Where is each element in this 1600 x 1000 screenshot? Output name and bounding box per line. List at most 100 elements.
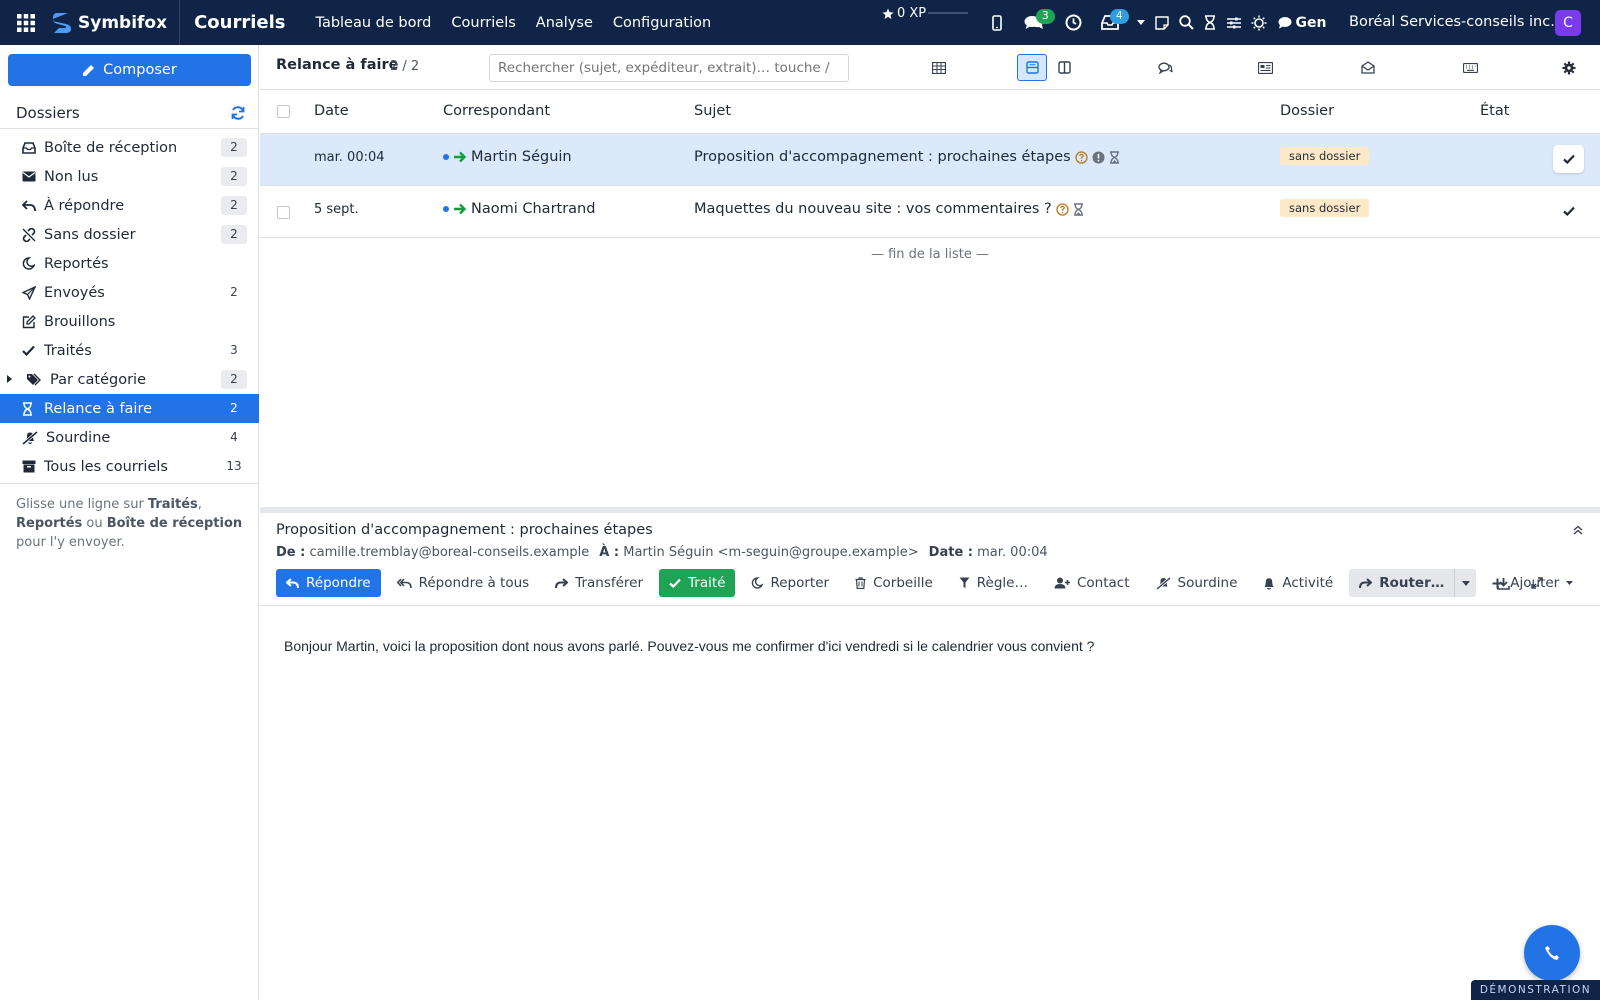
unlink-icon — [22, 227, 38, 242]
sidebar-item-muted[interactable]: Sourdine 4 — [0, 423, 259, 452]
sidebar-item-inbox[interactable]: Boîte de réception 2 — [0, 133, 259, 162]
newspaper-view-icon[interactable] — [1250, 54, 1280, 81]
brand-logo[interactable]: Symbifox — [52, 0, 181, 45]
collapse-up-icon[interactable] — [1573, 525, 1583, 535]
conversation-view-icon[interactable] — [1150, 54, 1180, 81]
to-value: Martin Séguin <m-seguin@groupe.example> — [623, 545, 919, 560]
sidebar-item-no-folder[interactable]: Sans dossier 2 — [0, 220, 259, 249]
nav-configuration[interactable]: Configuration — [603, 15, 721, 31]
chat-notifications[interactable]: 3 — [1010, 0, 1058, 45]
question-circle-icon — [1056, 202, 1069, 216]
reply-button[interactable]: Répondre — [276, 569, 381, 597]
column-date[interactable]: Date — [314, 103, 349, 119]
correspondent-name: Martin Séguin — [471, 149, 572, 165]
sidebar-item-snoozed[interactable]: Reportés — [0, 249, 259, 278]
subject-text: Proposition d'accompagnement : prochaine… — [694, 149, 1071, 165]
table-row[interactable]: 5 sept. Naomi Chartrand Maquettes du nou… — [260, 186, 1600, 238]
sidebar-item-unread[interactable]: Non lus 2 — [0, 162, 259, 191]
sidebar-item-sent[interactable]: Envoyés 2 — [0, 278, 259, 307]
split-horizontal-view-icon[interactable] — [1017, 54, 1047, 81]
unread-dot-icon — [443, 206, 449, 212]
hint-inbox: Boîte de réception — [106, 516, 243, 531]
sliders-icon[interactable] — [1222, 0, 1246, 45]
sidebar-item-drafts[interactable]: Brouillons — [0, 307, 259, 336]
trash-button[interactable]: Corbeille — [845, 569, 943, 597]
folder-count: 2 — [230, 285, 238, 299]
mark-done-button[interactable] — [1553, 145, 1584, 173]
nav-analysis[interactable]: Analyse — [526, 15, 603, 31]
route-button[interactable]: Router… — [1349, 569, 1455, 597]
trash-label: Corbeille — [873, 575, 933, 591]
check-icon — [669, 578, 681, 588]
column-correspondent[interactable]: Correspondant — [443, 103, 550, 119]
column-subject[interactable]: Sujet — [694, 103, 731, 119]
contact-button[interactable]: Contact — [1043, 569, 1140, 597]
select-all-checkbox[interactable] — [277, 105, 290, 118]
keyboard-icon[interactable] — [1455, 54, 1485, 81]
forward-label: Transférer — [575, 575, 644, 591]
list-count: 2 / 2 — [390, 59, 420, 74]
search-icon[interactable] — [1174, 0, 1198, 45]
sidebar-item-follow-up[interactable]: Relance à faire 2 — [0, 394, 259, 423]
compose-button[interactable]: Composer — [8, 54, 251, 86]
mobile-icon[interactable] — [984, 0, 1010, 45]
apps-grid-icon[interactable] — [0, 0, 52, 45]
moon-icon — [22, 257, 38, 270]
company-name[interactable]: Boréal Services-conseils inc. — [1349, 0, 1555, 45]
sticky-note-icon[interactable] — [1150, 0, 1174, 45]
row-checkbox[interactable] — [277, 206, 290, 219]
caret-right-icon[interactable] — [7, 375, 12, 383]
sidebar-item-label: Traités — [44, 342, 92, 359]
top-bar: Symbifox Courriels Tableau de bord Courr… — [0, 0, 1600, 45]
rule-button[interactable]: Règle… — [948, 569, 1038, 597]
nav-dashboard[interactable]: Tableau de bord — [305, 15, 441, 31]
refresh-icon[interactable] — [231, 105, 245, 120]
xp-indicator[interactable]: 0 XP — [882, 6, 926, 21]
chevron-down-icon[interactable] — [1132, 0, 1150, 45]
split-vertical-view-icon[interactable] — [1049, 54, 1079, 81]
sidebar-item-done[interactable]: Traités 3 — [0, 336, 259, 365]
hint-text: Glisse une ligne sur — [16, 497, 148, 512]
call-button[interactable] — [1524, 925, 1580, 981]
table-view-icon[interactable] — [924, 54, 954, 81]
avatar[interactable]: C — [1555, 10, 1581, 36]
folder-tag[interactable]: sans dossier — [1280, 147, 1370, 165]
route-dropdown-chevron-icon[interactable] — [1454, 569, 1477, 597]
hourglass-icon[interactable] — [1198, 0, 1222, 45]
sun-icon[interactable] — [1246, 0, 1272, 45]
activity-button[interactable]: Activité — [1253, 569, 1344, 597]
gear-icon[interactable] — [1554, 54, 1584, 81]
preview-subject: Proposition d'accompagnement : prochaine… — [276, 522, 653, 538]
column-status[interactable]: État — [1480, 103, 1509, 119]
envelope-open-icon[interactable] — [1353, 54, 1383, 81]
subject-text: Maquettes du nouveau site : vos commenta… — [694, 201, 1052, 217]
search-input[interactable] — [489, 54, 849, 82]
mark-done-button[interactable] — [1553, 197, 1584, 225]
column-folder[interactable]: Dossier — [1280, 103, 1334, 119]
correspondent-name: Naomi Chartrand — [471, 201, 596, 217]
folder-count: 2 — [221, 370, 247, 389]
sidebar-item-all-emails[interactable]: Tous les courriels 13 — [0, 452, 259, 481]
preview-meta: De : camille.tremblay@boreal-conseils.ex… — [276, 545, 1048, 560]
snooze-button[interactable]: Reporter — [741, 569, 840, 597]
sidebar-item-by-category[interactable]: Par catégorie 2 — [0, 365, 259, 394]
inbox-badge: 4 — [1110, 9, 1129, 24]
table-row[interactable]: mar. 00:04 Martin Séguin Proposition d'a… — [260, 134, 1600, 186]
chevron-down-icon — [1566, 581, 1574, 585]
reply-all-button[interactable]: Répondre à tous — [386, 569, 540, 597]
folder-tag[interactable]: sans dossier — [1280, 199, 1370, 217]
expand-icon[interactable] — [1527, 569, 1547, 597]
done-button[interactable]: Traité — [659, 569, 736, 597]
share-icon — [555, 577, 569, 588]
nav-emails[interactable]: Courriels — [441, 15, 525, 31]
forward-button[interactable]: Transférer — [545, 569, 654, 597]
folder-count: 13 — [226, 459, 242, 473]
mute-button[interactable]: Sourdine — [1145, 569, 1248, 597]
download-icon[interactable] — [1493, 569, 1513, 597]
clock-icon[interactable] — [1058, 0, 1088, 45]
arrow-right-icon — [454, 203, 467, 215]
preview-right-tools — [1493, 569, 1547, 597]
sidebar-item-to-reply[interactable]: À répondre 2 — [0, 191, 259, 220]
inbox-notifications[interactable]: 4 — [1088, 0, 1132, 45]
gen-assistant-button[interactable]: Gen — [1272, 0, 1332, 45]
